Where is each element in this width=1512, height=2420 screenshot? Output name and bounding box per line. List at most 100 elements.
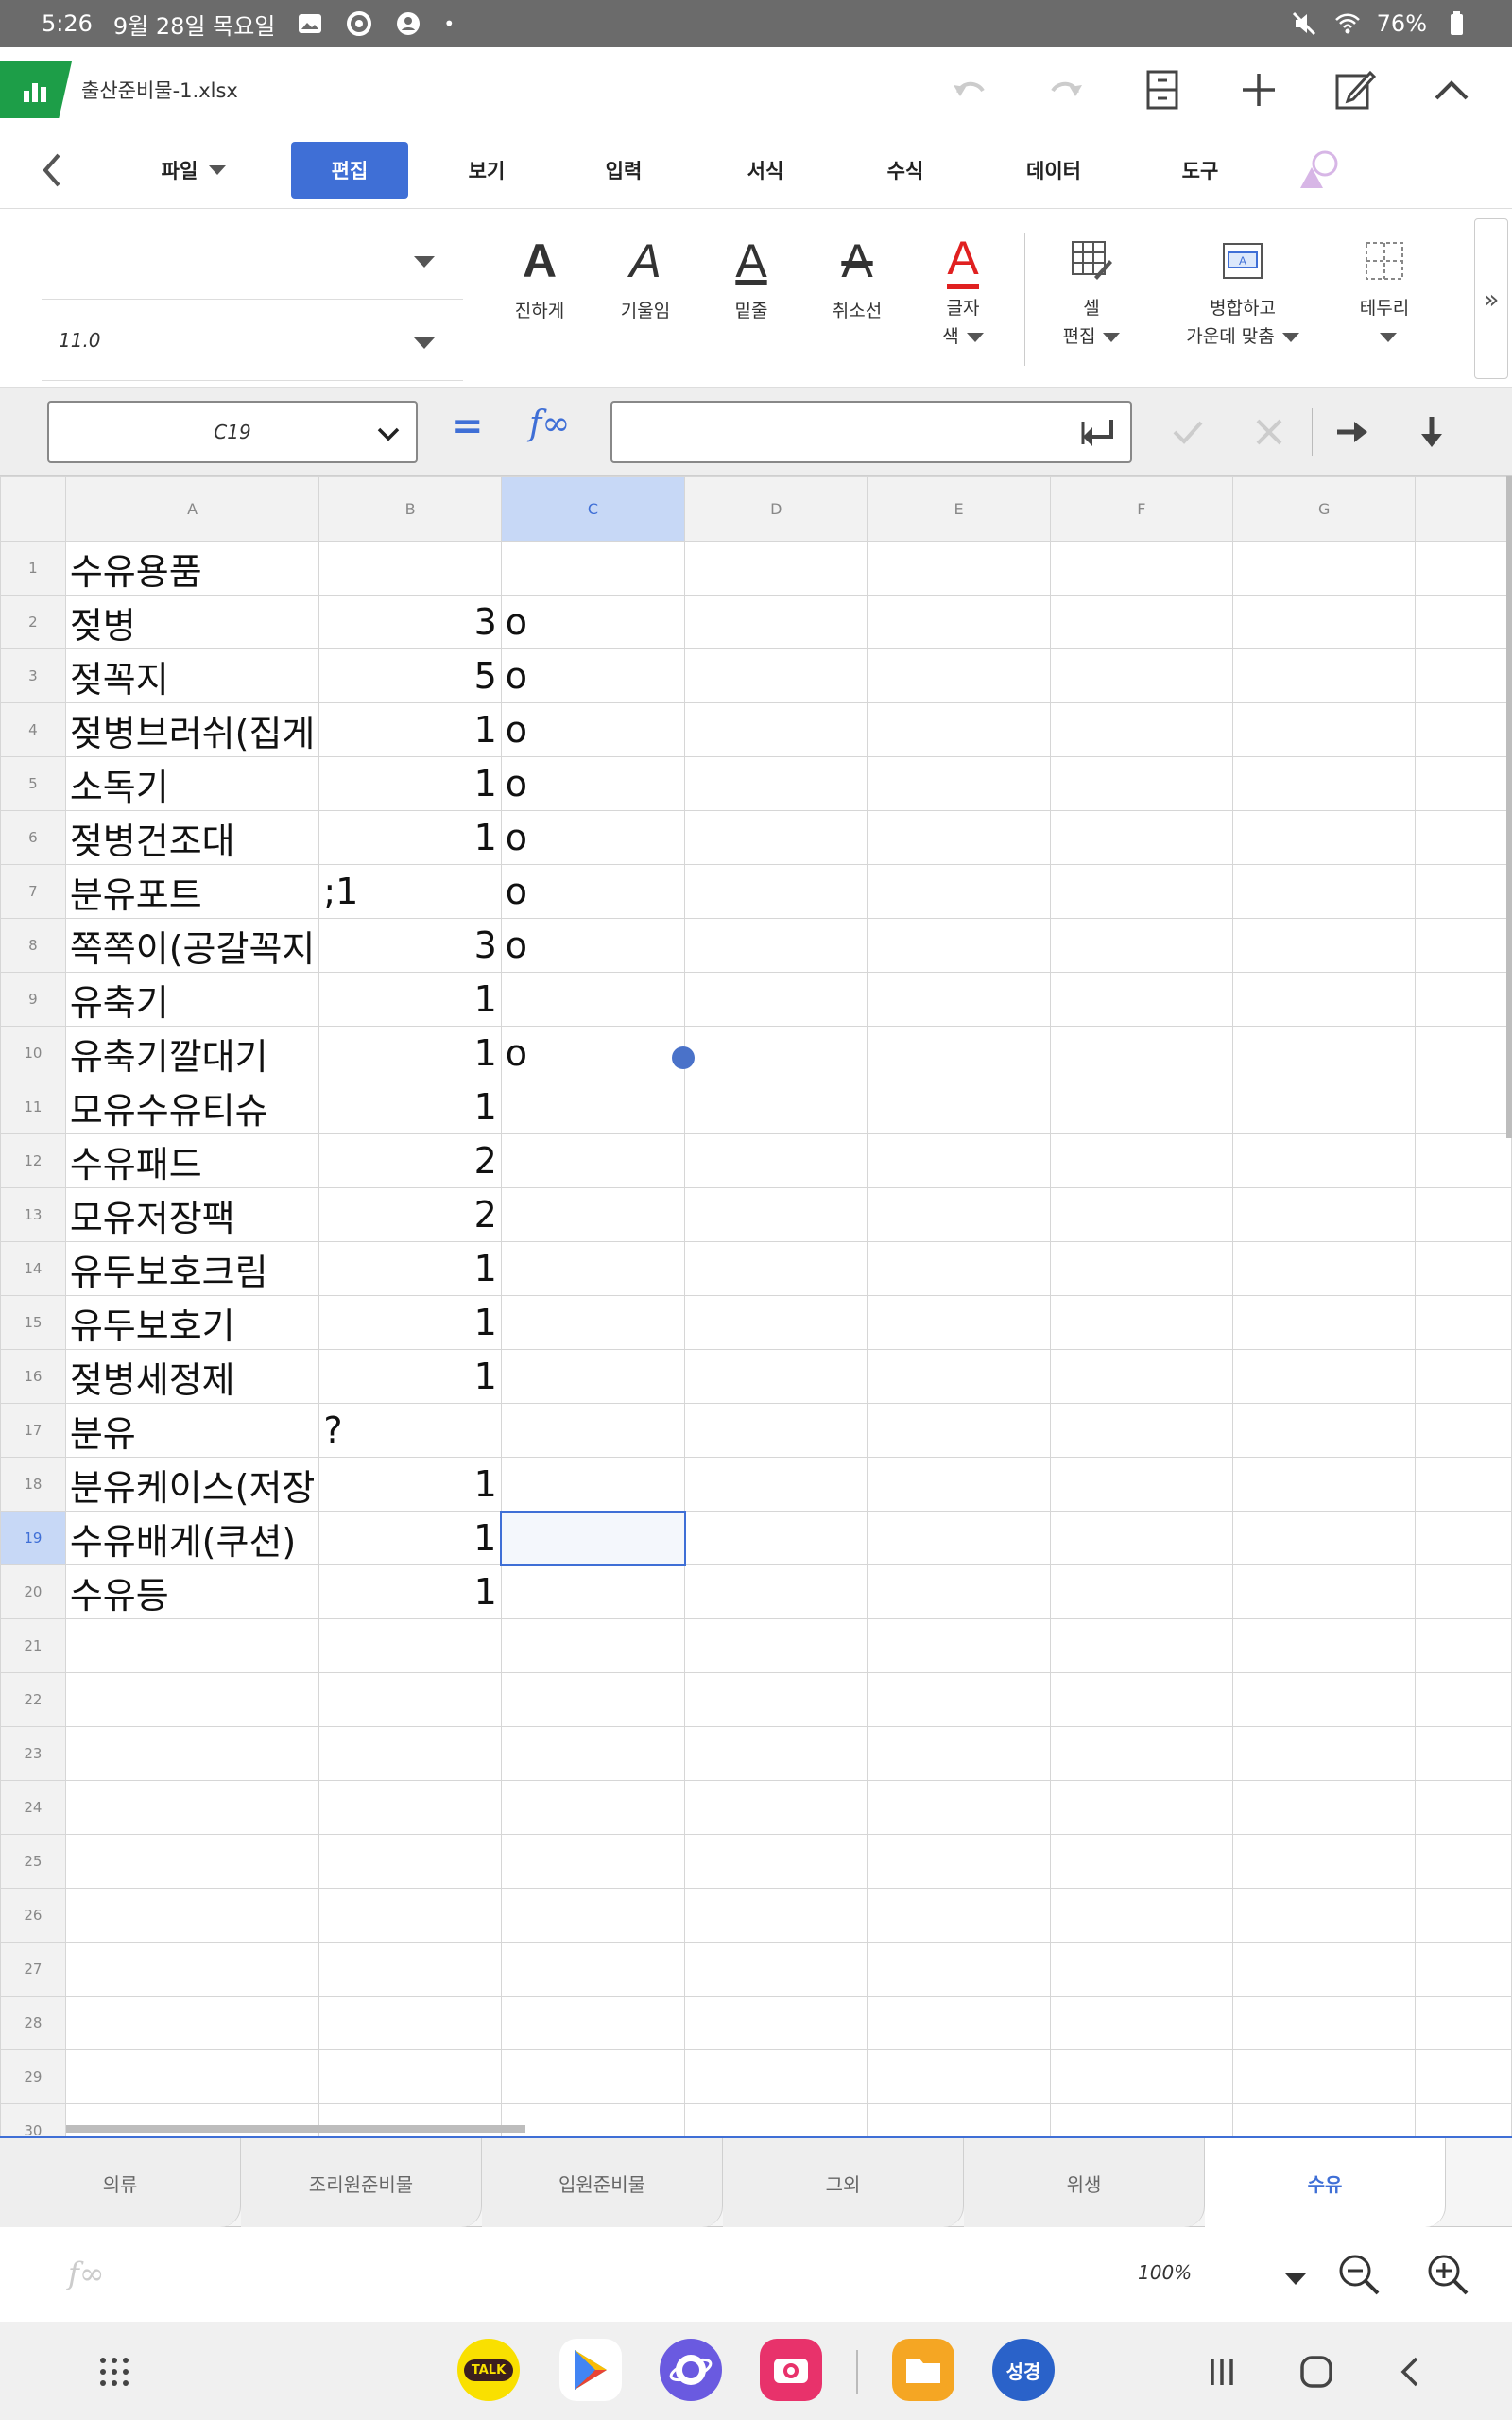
zoom-level[interactable]: 100%	[1138, 2261, 1192, 2284]
empty-cell[interactable]	[1415, 1996, 1512, 2050]
empty-cell[interactable]	[1415, 918, 1512, 973]
empty-cell[interactable]	[684, 864, 868, 919]
recents-icon[interactable]	[1196, 2346, 1247, 2397]
empty-cell[interactable]	[1232, 1942, 1417, 1996]
cell-a22[interactable]	[64, 1672, 320, 1727]
play-store-icon[interactable]	[559, 2339, 622, 2401]
cell-c27[interactable]	[500, 1942, 686, 1996]
empty-cell[interactable]	[867, 1187, 1051, 1242]
cell-c22[interactable]	[500, 1672, 686, 1727]
cell-edit-button[interactable]: 셀 편집	[1040, 228, 1143, 370]
cell-c26[interactable]	[500, 1888, 686, 1943]
empty-cell[interactable]	[1049, 1295, 1234, 1350]
empty-cell[interactable]	[1415, 2049, 1512, 2104]
row-header[interactable]: 26	[0, 1888, 66, 1943]
shapes-icon[interactable]	[1295, 147, 1342, 194]
empty-cell[interactable]	[1415, 1511, 1512, 1565]
cell-b14[interactable]: 1	[318, 1241, 502, 1296]
column-header-f[interactable]: F	[1049, 476, 1234, 542]
row-header[interactable]: 21	[0, 1618, 66, 1673]
row-header[interactable]: 16	[0, 1349, 66, 1404]
empty-cell[interactable]	[867, 756, 1051, 811]
cell-b26[interactable]	[318, 1888, 502, 1943]
chevron-down-icon[interactable]	[1278, 2269, 1306, 2287]
empty-cell[interactable]	[684, 1834, 868, 1889]
row-header[interactable]: 23	[0, 1726, 66, 1781]
empty-cell[interactable]	[867, 1133, 1051, 1188]
underline-button[interactable]: A 밑줄	[699, 228, 803, 370]
empty-cell[interactable]	[684, 1133, 868, 1188]
empty-cell[interactable]	[1049, 702, 1234, 757]
column-header-a[interactable]: A	[64, 476, 320, 542]
empty-cell[interactable]	[867, 541, 1051, 596]
cell-b29[interactable]	[318, 2049, 502, 2104]
select-all-corner[interactable]	[0, 476, 66, 542]
cell-a27[interactable]	[64, 1942, 320, 1996]
column-header-g[interactable]: G	[1232, 476, 1417, 542]
cell-c1[interactable]	[500, 541, 686, 596]
empty-cell[interactable]	[1415, 1403, 1512, 1458]
empty-cell[interactable]	[1415, 1888, 1512, 1943]
tab-formula[interactable]: 수식	[863, 142, 948, 199]
empty-cell[interactable]	[1049, 1942, 1234, 1996]
empty-cell[interactable]	[684, 541, 868, 596]
cell-b24[interactable]	[318, 1780, 502, 1835]
back-nav-icon[interactable]	[1385, 2346, 1436, 2397]
cell-b2[interactable]: 3	[318, 595, 502, 649]
empty-cell[interactable]	[1232, 1349, 1417, 1404]
cell-c17[interactable]	[500, 1403, 686, 1458]
empty-cell[interactable]	[1232, 595, 1417, 649]
empty-cell[interactable]	[1049, 1349, 1234, 1404]
empty-cell[interactable]	[1415, 541, 1512, 596]
cell-a7[interactable]: 분유포트	[64, 864, 320, 919]
empty-cell[interactable]	[1049, 972, 1234, 1027]
formula-input[interactable]	[610, 401, 1132, 463]
empty-cell[interactable]	[1232, 1241, 1417, 1296]
empty-cell[interactable]	[867, 918, 1051, 973]
empty-cell[interactable]	[1049, 756, 1234, 811]
row-header[interactable]: 19	[0, 1511, 66, 1565]
cell-a28[interactable]	[64, 1996, 320, 2050]
font-name-select[interactable]	[42, 218, 463, 300]
empty-cell[interactable]	[1415, 1295, 1512, 1350]
my-files-icon[interactable]	[892, 2339, 954, 2401]
empty-cell[interactable]	[1049, 1780, 1234, 1835]
cell-a12[interactable]: 수유패드	[64, 1133, 320, 1188]
empty-cell[interactable]	[1415, 702, 1512, 757]
cell-b16[interactable]: 1	[318, 1349, 502, 1404]
empty-cell[interactable]	[1232, 1511, 1417, 1565]
move-right-icon[interactable]	[1329, 408, 1376, 456]
empty-cell[interactable]	[684, 1672, 868, 1727]
empty-cell[interactable]	[1415, 1834, 1512, 1889]
row-header[interactable]: 22	[0, 1672, 66, 1727]
empty-cell[interactable]	[1415, 1349, 1512, 1404]
empty-cell[interactable]	[1415, 595, 1512, 649]
empty-cell[interactable]	[1415, 1133, 1512, 1188]
cell-b20[interactable]: 1	[318, 1564, 502, 1619]
tab-edit[interactable]: 편집	[291, 142, 408, 199]
cell-c3[interactable]: o	[500, 648, 686, 703]
empty-cell[interactable]	[1415, 1026, 1512, 1080]
empty-cell[interactable]	[1415, 1564, 1512, 1619]
empty-cell[interactable]	[1049, 918, 1234, 973]
sheet-tab-clothes[interactable]: 의류	[0, 2138, 241, 2227]
row-header[interactable]: 13	[0, 1187, 66, 1242]
empty-cell[interactable]	[867, 1457, 1051, 1512]
empty-cell[interactable]	[1049, 1996, 1234, 2050]
cell-a16[interactable]: 젖병세정제	[64, 1349, 320, 1404]
empty-cell[interactable]	[1415, 1672, 1512, 1727]
cell-b18[interactable]: 1	[318, 1457, 502, 1512]
cell-a4[interactable]: 젖병브러쉬(집게	[64, 702, 320, 757]
cell-b21[interactable]	[318, 1618, 502, 1673]
empty-cell[interactable]	[1049, 1133, 1234, 1188]
cell-a24[interactable]	[64, 1780, 320, 1835]
empty-cell[interactable]	[867, 972, 1051, 1027]
empty-cell[interactable]	[1049, 648, 1234, 703]
tab-data[interactable]: 데이터	[1011, 142, 1096, 199]
cell-c29[interactable]	[500, 2049, 686, 2104]
cell-b8[interactable]: 3	[318, 918, 502, 973]
empty-cell[interactable]	[684, 1726, 868, 1781]
empty-cell[interactable]	[1049, 541, 1234, 596]
zoom-out-icon[interactable]	[1334, 2250, 1383, 2299]
empty-cell[interactable]	[1232, 918, 1417, 973]
